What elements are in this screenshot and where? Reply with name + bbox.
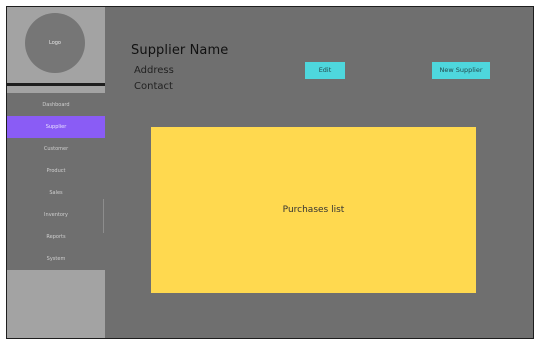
sidebar-item-label: Inventory (44, 212, 68, 218)
supplier-name: Supplier Name (131, 43, 229, 58)
sidebar: Logo Dashboard Supplier Customer Product… (7, 7, 105, 338)
sidebar-item-label: Dashboard (42, 102, 70, 108)
sidebar-nav: Dashboard Supplier Customer Product Sale… (7, 94, 105, 270)
sidebar-item-system[interactable]: System (7, 248, 105, 270)
purchases-list[interactable]: Purchases list (151, 127, 476, 293)
logo-label: Logo (49, 40, 61, 46)
sidebar-footer (7, 270, 105, 338)
sidebar-item-label: Supplier (45, 124, 67, 130)
sidebar-item-label: Reports (46, 234, 66, 240)
sidebar-scrollbar[interactable] (103, 199, 104, 233)
sidebar-item-label: Customer (43, 146, 69, 152)
logo-area: Logo (7, 7, 105, 84)
sidebar-item-product[interactable]: Product (7, 160, 105, 182)
edit-button[interactable]: Edit (305, 62, 345, 79)
sidebar-item-label: Sales (49, 190, 63, 196)
sidebar-item-label: Product (46, 168, 66, 174)
sidebar-item-sales[interactable]: Sales (7, 182, 105, 204)
supplier-address: Address (134, 65, 174, 76)
logo[interactable]: Logo (25, 13, 85, 73)
new-supplier-button[interactable]: New Supplier (432, 62, 490, 79)
app-window: Logo Dashboard Supplier Customer Product… (6, 6, 534, 339)
sidebar-item-inventory[interactable]: Inventory (7, 204, 105, 226)
sidebar-strip (7, 86, 105, 93)
purchases-list-label: Purchases list (282, 205, 345, 215)
sidebar-item-dashboard[interactable]: Dashboard (7, 94, 105, 116)
sidebar-item-customer[interactable]: Customer (7, 138, 105, 160)
sidebar-item-label: System (46, 256, 66, 262)
supplier-contact: Contact (134, 81, 173, 92)
sidebar-item-supplier[interactable]: Supplier (7, 116, 105, 138)
sidebar-item-reports[interactable]: Reports (7, 226, 105, 248)
